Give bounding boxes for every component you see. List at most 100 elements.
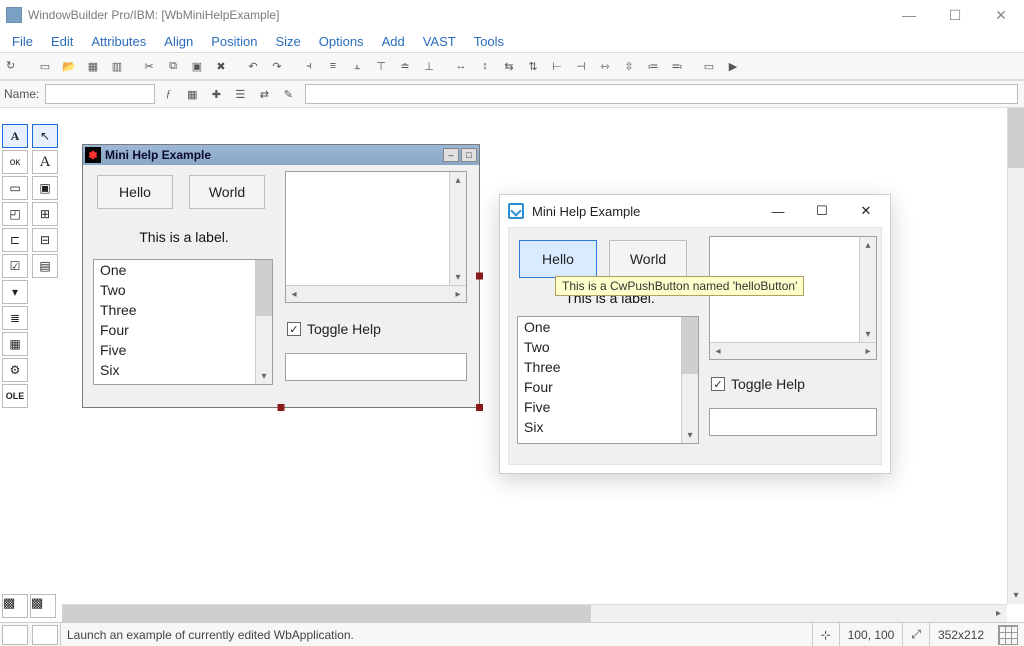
list-item[interactable]: Three — [94, 300, 272, 320]
align-right-icon[interactable]: ⫠ — [346, 55, 368, 77]
runtime-listbox[interactable]: One Two Three Four Five Six ▴ ▾ — [517, 316, 699, 444]
hello-button[interactable]: Hello — [97, 175, 173, 209]
panel-icon[interactable]: ▭ — [2, 176, 28, 200]
close-button[interactable]: ✕ — [978, 0, 1024, 30]
list-icon[interactable]: ≣ — [2, 306, 28, 330]
runtime-multiline[interactable]: ▴ ▾ ◂ ▸ — [709, 236, 877, 360]
designer-maximize-icon[interactable]: □ — [461, 148, 477, 162]
runtime-toggle-checkbox[interactable]: ✓ Toggle Help — [711, 376, 805, 392]
same-width-icon[interactable]: ⇆ — [498, 55, 520, 77]
menu-vast[interactable]: VAST — [415, 32, 464, 51]
runtime-close-button[interactable]: ✕ — [844, 196, 888, 226]
add-panel-icon[interactable]: ⊞ — [32, 202, 58, 226]
center-h-icon[interactable]: ⊢ — [546, 55, 568, 77]
scroll-down-icon[interactable]: ▾ — [860, 326, 876, 342]
multiline-text[interactable]: ▴ ▾ ◂ ▸ — [285, 171, 467, 303]
multiline-hscroll[interactable]: ◂ ▸ — [286, 285, 466, 302]
designer-titlebar[interactable]: ✽ Mini Help Example – □ — [83, 145, 479, 165]
ok-widget-icon[interactable]: oĸ — [2, 150, 28, 174]
grid-add-icon[interactable]: ▥ — [106, 55, 128, 77]
multiline-vscroll[interactable]: ▴ ▾ — [449, 172, 466, 285]
undo-icon[interactable]: ↶ — [242, 55, 264, 77]
checkbox-icon[interactable]: ✓ — [711, 377, 725, 391]
design-canvas[interactable]: ✽ Mini Help Example – □ Hello World This… — [62, 108, 1024, 622]
anchor-icon[interactable]: ✚ — [205, 83, 227, 105]
options-icon[interactable]: ☰ — [229, 83, 251, 105]
resize-handle-right[interactable] — [476, 273, 483, 280]
canvas-vscrollbar[interactable]: ▴ ▾ — [1007, 108, 1024, 604]
list-item[interactable]: Four — [518, 377, 698, 397]
align-top-icon[interactable]: ⊤ — [370, 55, 392, 77]
scroll-down-icon[interactable]: ▾ — [682, 427, 698, 443]
scroll-left-icon[interactable]: ◂ — [286, 286, 302, 302]
equal-1-icon[interactable]: ≔ — [642, 55, 664, 77]
list-item[interactable]: Five — [518, 397, 698, 417]
resize-handle-corner[interactable] — [476, 404, 483, 411]
runtime-maximize-button[interactable]: ☐ — [800, 196, 844, 226]
frame-icon[interactable]: ◰ — [2, 202, 28, 226]
menu-position[interactable]: Position — [203, 32, 265, 51]
menu-file[interactable]: File — [4, 32, 41, 51]
runtime-listbox-scrollbar[interactable]: ▴ ▾ — [681, 317, 698, 443]
font-icon[interactable]: ƒ — [157, 83, 179, 105]
designer-minimize-icon[interactable]: – — [443, 148, 459, 162]
runtime-titlebar[interactable]: Mini Help Example — ☐ ✕ — [500, 195, 890, 227]
name-input[interactable] — [45, 84, 155, 104]
scroll-right-icon[interactable]: ▸ — [990, 605, 1007, 622]
menu-tools[interactable]: Tools — [466, 32, 512, 51]
events-icon[interactable]: ✎ — [277, 83, 299, 105]
table-icon[interactable]: ▦ — [2, 332, 28, 356]
list-item[interactable]: Five — [94, 340, 272, 360]
zoom-out-icon[interactable]: ▩ — [2, 594, 28, 618]
same-height-icon[interactable]: ⇅ — [522, 55, 544, 77]
scroll-up-icon[interactable]: ▴ — [450, 172, 466, 188]
scroll-down-icon[interactable]: ▾ — [256, 368, 272, 384]
spread-h-icon[interactable]: ⇿ — [594, 55, 616, 77]
scroll-right-icon[interactable]: ▸ — [450, 286, 466, 302]
list-item[interactable]: Six — [94, 360, 272, 380]
align-middle-icon[interactable]: ≐ — [394, 55, 416, 77]
reorder-icon[interactable]: ⇄ — [253, 83, 275, 105]
text-tool-icon[interactable]: A — [2, 124, 28, 148]
copy-icon[interactable]: ⧉ — [162, 55, 184, 77]
list-item[interactable]: Three — [518, 357, 698, 377]
equal-2-icon[interactable]: ≕ — [666, 55, 688, 77]
grid-select-icon[interactable]: ▦ — [82, 55, 104, 77]
menu-add[interactable]: Add — [374, 32, 413, 51]
paste-icon[interactable]: ▣ — [186, 55, 208, 77]
redo-icon[interactable]: ↷ — [266, 55, 288, 77]
color-icon[interactable]: ▦ — [181, 83, 203, 105]
scroll-right-icon[interactable]: ▸ — [860, 343, 876, 359]
minimize-button[interactable]: — — [886, 0, 932, 30]
dist-v-icon[interactable]: ↕ — [474, 55, 496, 77]
canvas-hscrollbar[interactable]: ◂ ▸ — [62, 604, 1007, 622]
menu-icon[interactable]: ▤ — [32, 254, 58, 278]
group-icon[interactable]: ▣ — [32, 176, 58, 200]
scroll-down-icon[interactable]: ▾ — [450, 269, 466, 285]
zoom-in-icon[interactable]: ▩ — [30, 594, 56, 618]
listbox[interactable]: One Two Three Four Five Six ▴ ▾ — [93, 259, 273, 385]
menu-attributes[interactable]: Attributes — [83, 32, 154, 51]
new-icon[interactable]: ▭ — [34, 55, 56, 77]
ole-icon[interactable]: OLE — [2, 384, 28, 408]
runtime-window[interactable]: Mini Help Example — ☐ ✕ Hello World This… — [499, 194, 891, 474]
align-bottom-icon[interactable]: ⊥ — [418, 55, 440, 77]
runtime-minimize-button[interactable]: — — [756, 196, 800, 226]
list-item[interactable]: One — [518, 317, 698, 337]
list-item[interactable]: Six — [518, 417, 698, 437]
maximize-button[interactable]: ☐ — [932, 0, 978, 30]
align-center-h-icon[interactable]: ≡ — [322, 55, 344, 77]
statusbar-tool-2-icon[interactable] — [32, 625, 58, 645]
runtime-multiline-hscroll[interactable]: ◂ ▸ — [710, 342, 876, 359]
scroll-down-icon[interactable]: ▾ — [1008, 587, 1024, 604]
runtime-world-button[interactable]: World — [609, 240, 687, 278]
spread-v-icon[interactable]: ⇳ — [618, 55, 640, 77]
resize-handle-bottom[interactable] — [278, 404, 285, 411]
runtime-multiline-vscroll[interactable]: ▴ ▾ — [859, 237, 876, 342]
scroll-left-icon[interactable]: ◂ — [710, 343, 726, 359]
open-icon[interactable]: 📂 — [58, 55, 80, 77]
text-field[interactable] — [285, 353, 467, 381]
list-item[interactable]: One — [94, 260, 272, 280]
test-window-icon[interactable]: ▭ — [698, 55, 720, 77]
center-v-icon[interactable]: ⊣ — [570, 55, 592, 77]
